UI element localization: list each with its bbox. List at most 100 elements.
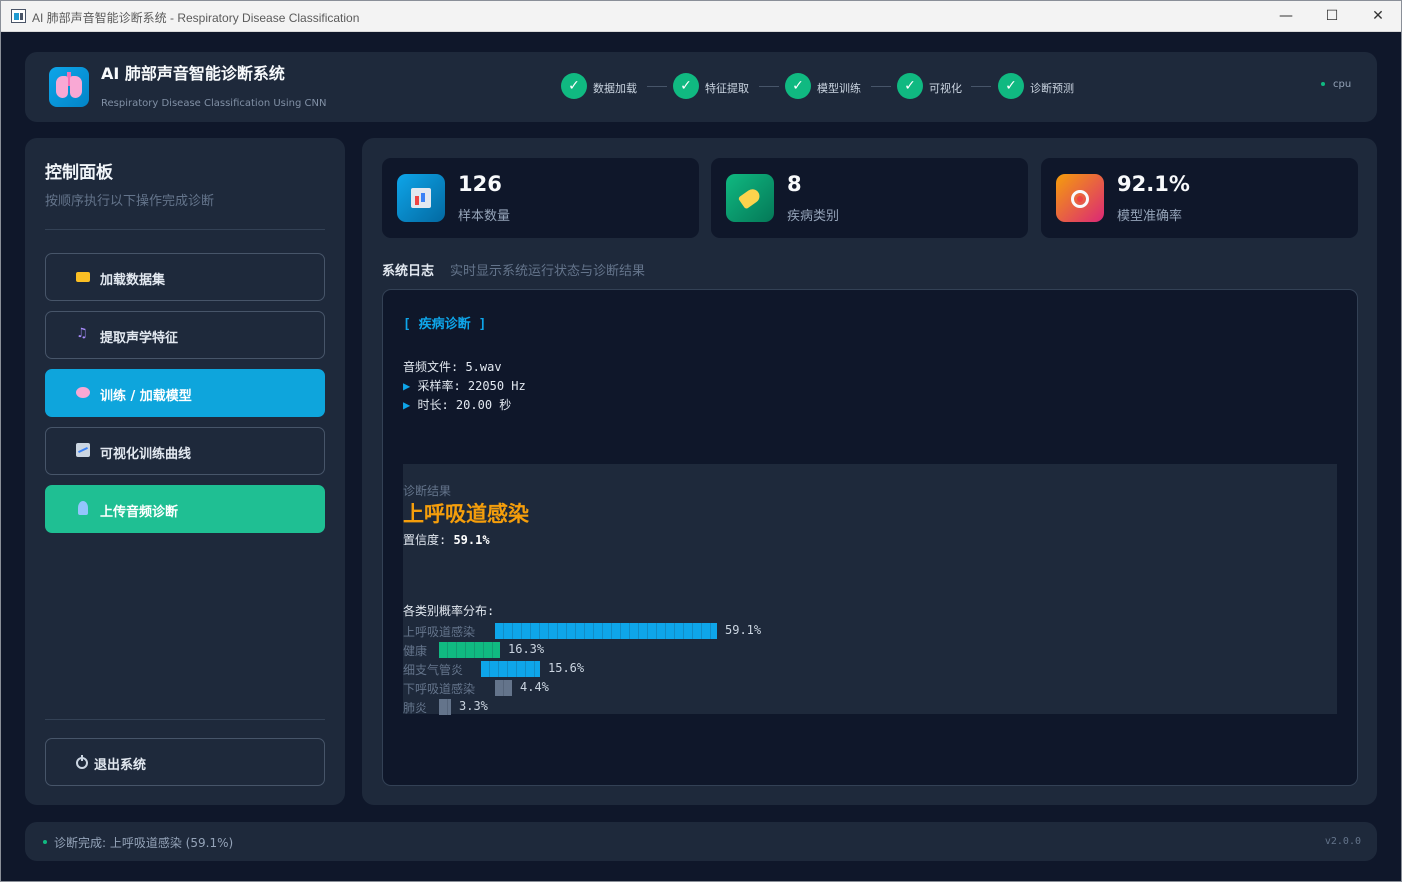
stat-caption: 疾病类别 bbox=[787, 209, 840, 224]
divider bbox=[45, 229, 325, 230]
step-label: 模型训练 bbox=[817, 82, 861, 95]
distribution-caption: 各类别概率分布: bbox=[403, 604, 495, 618]
chart-icon bbox=[76, 443, 90, 457]
step-connector bbox=[759, 86, 779, 87]
power-icon bbox=[76, 755, 88, 769]
upload-audio-button[interactable]: 上传音频诊断 bbox=[45, 485, 325, 533]
check-icon: ✓ bbox=[998, 73, 1024, 99]
diagnosis-result: 诊断结果 上呼吸道感染 置信度: 59.1% 各类别概率分布: 上呼吸道感染 59… bbox=[403, 464, 1337, 715]
status-dot bbox=[43, 840, 47, 844]
step-label: 数据加载 bbox=[593, 82, 637, 95]
panel-title: 控制面板 bbox=[45, 163, 113, 183]
probability-value: 16.3% bbox=[508, 642, 545, 656]
train-model-button[interactable]: 训练 / 加载模型 bbox=[45, 369, 325, 417]
log-sample-rate-line: ▶ 采样率: 22050 Hz bbox=[403, 377, 526, 394]
stat-caption: 模型准确率 bbox=[1117, 209, 1183, 224]
log-duration-line: ▶ 时长: 20.00 秒 bbox=[403, 396, 511, 413]
device-label: cpu bbox=[1333, 79, 1352, 90]
log-section-header: [ 疾病诊断 ] bbox=[403, 317, 487, 332]
app-title: AI 肺部声音智能诊断系统 bbox=[101, 64, 285, 83]
result-caption: 诊断结果 bbox=[403, 484, 452, 498]
target-icon bbox=[1056, 174, 1104, 222]
probability-value: 3.3% bbox=[459, 699, 488, 713]
category-label: 下呼吸道感染 bbox=[403, 682, 476, 696]
exit-button[interactable]: 退出系统 bbox=[45, 738, 325, 786]
step-label: 特征提取 bbox=[705, 82, 749, 95]
close-button[interactable]: ✕ bbox=[1355, 1, 1401, 32]
control-panel: 控制面板 按顺序执行以下操作完成诊断 加载数据集 ♫ 提取声学特征 训练 / 加… bbox=[25, 138, 345, 805]
app-window: AI 肺部声音智能诊断系统 - Respiratory Disease Clas… bbox=[0, 0, 1402, 882]
brain-icon bbox=[76, 387, 90, 398]
window-title: AI 肺部声音智能诊断系统 - Respiratory Disease Clas… bbox=[32, 11, 360, 25]
button-label: 可视化训练曲线 bbox=[100, 447, 192, 462]
header-panel: AI 肺部声音智能诊断系统 Respiratory Disease Classi… bbox=[25, 52, 1377, 122]
stat-card-accuracy: 92.1% 模型准确率 bbox=[1041, 158, 1358, 238]
probability-bar bbox=[481, 661, 540, 677]
probability-value: 15.6% bbox=[548, 661, 585, 675]
probability-value: 59.1% bbox=[725, 623, 762, 637]
probability-bar bbox=[439, 699, 451, 715]
probability-value: 4.4% bbox=[520, 680, 549, 694]
bullet-icon: ▶ bbox=[403, 379, 411, 393]
log-file-line: 音频文件: 5.wav bbox=[403, 360, 502, 374]
lungs-icon bbox=[49, 67, 89, 107]
step-label: 可视化 bbox=[929, 82, 962, 95]
app-icon bbox=[11, 9, 26, 23]
device-indicator: cpu bbox=[1321, 79, 1351, 90]
extract-features-button[interactable]: ♫ 提取声学特征 bbox=[45, 311, 325, 359]
stat-card-samples: 126 样本数量 bbox=[382, 158, 699, 238]
category-label: 上呼吸道感染 bbox=[403, 625, 476, 639]
bar-chart-icon bbox=[397, 174, 445, 222]
button-label: 加载数据集 bbox=[100, 273, 166, 288]
music-note-icon: ♫ bbox=[76, 326, 88, 341]
title-bar: AI 肺部声音智能诊断系统 - Respiratory Disease Clas… bbox=[1, 1, 1401, 32]
step-connector bbox=[871, 86, 891, 87]
button-label: 退出系统 bbox=[94, 758, 147, 773]
category-label: 健康 bbox=[403, 644, 428, 658]
duration-text: 时长: 20.00 秒 bbox=[417, 398, 512, 412]
microscope-icon bbox=[78, 501, 88, 515]
check-icon: ✓ bbox=[897, 73, 923, 99]
app-subtitle: Respiratory Disease Classification Using… bbox=[101, 98, 327, 109]
panel-subtitle: 按顺序执行以下操作完成诊断 bbox=[45, 194, 215, 209]
status-dot bbox=[1321, 82, 1325, 86]
result-confidence: 置信度: 59.1% bbox=[403, 531, 490, 548]
stat-value: 92.1% bbox=[1117, 172, 1190, 196]
category-label: 肺炎 bbox=[403, 701, 428, 715]
load-dataset-button[interactable]: 加载数据集 bbox=[45, 253, 325, 301]
stat-value: 8 bbox=[787, 172, 802, 196]
button-label: 训练 / 加载模型 bbox=[100, 389, 192, 404]
status-bar: 诊断完成: 上呼吸道感染 (59.1%) v2.0.0 bbox=[25, 822, 1377, 861]
result-disease: 上呼吸道感染 bbox=[403, 502, 529, 526]
check-icon: ✓ bbox=[561, 73, 587, 99]
button-label: 上传音频诊断 bbox=[100, 505, 179, 520]
visualize-curves-button[interactable]: 可视化训练曲线 bbox=[45, 427, 325, 475]
confidence-value: 59.1% bbox=[453, 533, 490, 547]
main-panel: 126 样本数量 8 疾病类别 92.1% 模型准确率 系统日志 实时显示系统运… bbox=[362, 138, 1377, 805]
probability-bar bbox=[495, 680, 512, 696]
divider bbox=[45, 719, 325, 720]
button-label: 提取声学特征 bbox=[100, 331, 179, 346]
log-subtitle: 实时显示系统运行状态与诊断结果 bbox=[450, 264, 646, 279]
bullet-icon: ▶ bbox=[403, 398, 411, 412]
sample-rate-text: 采样率: 22050 Hz bbox=[417, 379, 526, 393]
confidence-label: 置信度: bbox=[403, 533, 454, 547]
stat-card-classes: 8 疾病类别 bbox=[711, 158, 1028, 238]
step-connector bbox=[647, 86, 667, 87]
step-label: 诊断预测 bbox=[1030, 82, 1074, 95]
check-icon: ✓ bbox=[785, 73, 811, 99]
check-icon: ✓ bbox=[673, 73, 699, 99]
stat-caption: 样本数量 bbox=[458, 209, 511, 224]
minimize-button[interactable]: — bbox=[1263, 1, 1309, 32]
system-log[interactable]: [ 疾病诊断 ] 音频文件: 5.wav ▶ 采样率: 22050 Hz ▶ 时… bbox=[382, 289, 1358, 786]
step-connector bbox=[971, 86, 991, 87]
log-title: 系统日志 bbox=[382, 264, 435, 279]
stat-value: 126 bbox=[458, 172, 502, 196]
tag-icon bbox=[726, 174, 774, 222]
maximize-button[interactable]: ☐ bbox=[1309, 1, 1355, 32]
status-text: 诊断完成: 上呼吸道感染 (59.1%) bbox=[54, 836, 234, 850]
folder-icon bbox=[76, 272, 90, 282]
category-label: 细支气管炎 bbox=[403, 663, 464, 677]
version-label: v2.0.0 bbox=[1324, 836, 1361, 847]
probability-bar bbox=[495, 623, 717, 639]
